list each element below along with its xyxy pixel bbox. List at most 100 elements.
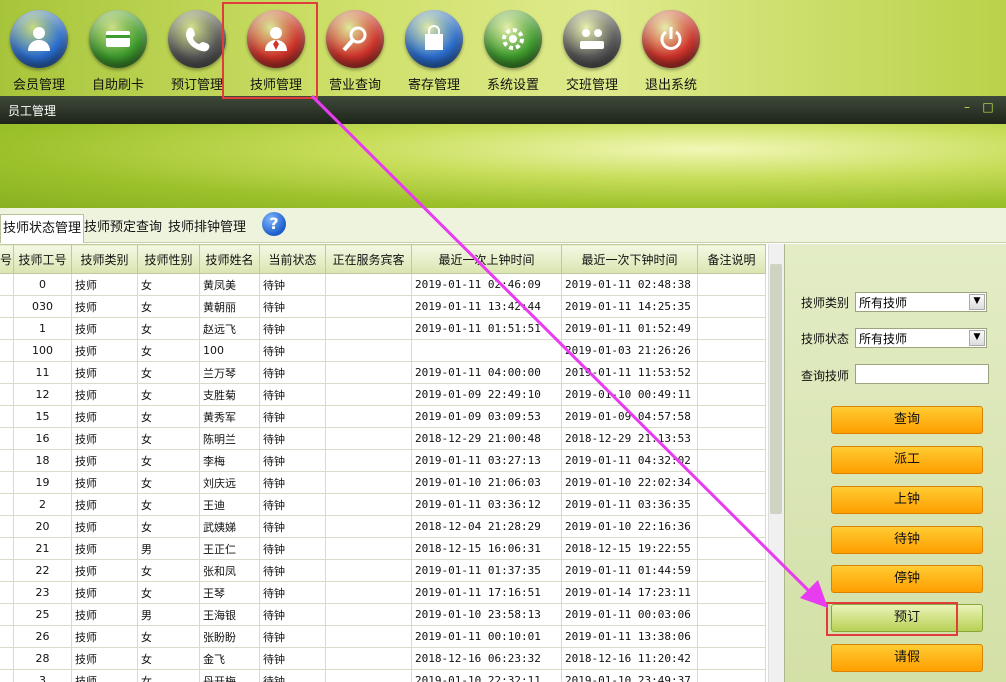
toolbar-button-5[interactable]: 寄存管理 [397, 6, 471, 93]
table-cell [0, 339, 15, 362]
table-cell: 技师 [71, 537, 139, 560]
table-cell [325, 295, 413, 318]
toolbar-button-1[interactable]: 自助刷卡 [81, 6, 155, 93]
table-cell: 0 [13, 273, 73, 296]
stop-clock-button[interactable]: 停钟 [831, 565, 983, 593]
table-cell: 19 [13, 471, 73, 494]
table-cell: 技师 [71, 273, 139, 296]
table-cell: 2019-01-11 02:48:38 [561, 273, 699, 296]
table-cell [325, 383, 413, 406]
table-row[interactable]: 3 技师女丹开梅 待钟 2019-01-10 22:32:11 2019-01-10 2… [0, 669, 767, 682]
status-label: 技师状态 [801, 332, 850, 346]
table-cell: 女 [137, 647, 201, 670]
column-header[interactable]: 技师工号 [13, 244, 73, 274]
table-row[interactable]: 18 技师女李梅 待钟 2019-01-11 03:27:13 2019-01-11 0… [0, 449, 767, 472]
table-row[interactable]: 12 技师女支胜菊 待钟 2019-01-09 22:49:10 2019-01-10 … [0, 383, 767, 406]
table-cell: 技师 [71, 295, 139, 318]
table-cell: 2019-01-11 14:25:35 [561, 295, 699, 318]
table-cell: 2018-12-04 21:28:29 [411, 515, 563, 538]
column-header[interactable]: 技师类别 [71, 244, 139, 274]
column-header[interactable]: 正在服务宾客 [325, 244, 413, 274]
scrollbar-thumb[interactable] [770, 264, 782, 514]
table-cell [325, 647, 413, 670]
column-header[interactable]: 当前状态 [259, 244, 327, 274]
table-row[interactable]: 22 技师女张和凤 待钟 2019-01-11 01:37:35 2019-01-11 … [0, 559, 767, 582]
table-row[interactable]: 19 技师女刘庆远 待钟 2019-01-10 21:06:03 2019-01-10 … [0, 471, 767, 494]
table-cell [697, 317, 767, 340]
table-cell: 15 [13, 405, 73, 428]
table-cell: 待钟 [259, 493, 327, 516]
waiting-button[interactable]: 待钟 [831, 526, 983, 554]
table-row[interactable]: 26 技师女张盼盼 待钟 2019-01-11 00:10:01 2019-01-11 … [0, 625, 767, 648]
toolbar-button-0[interactable]: 会员管理 [2, 6, 76, 93]
query-label: 查询技师 [801, 369, 850, 383]
toolbar-button-4[interactable]: 营业查询 [318, 6, 392, 93]
tab-technician-status[interactable]: 技师状态管理 [0, 214, 85, 243]
tab-technician-reservation[interactable]: 技师预定查询 [82, 214, 164, 242]
table-row[interactable]: 16 技师女陈明兰 待钟 2018-12-29 21:00:48 2018-12-29 … [0, 427, 767, 450]
table-cell [697, 559, 767, 582]
table-cell [325, 273, 413, 296]
type-select[interactable]: 所有技师 ▼ [855, 292, 987, 312]
table-row[interactable]: 11 技师女兰万琴 待钟 2019-01-11 04:00:00 2019-01-11 … [0, 361, 767, 384]
query-input[interactable] [855, 364, 989, 384]
table-cell [697, 339, 767, 362]
table-row[interactable]: 25 技师男王海银 待钟 2019-01-10 23:58:13 2019-01-11 … [0, 603, 767, 626]
table-cell: 22 [13, 559, 73, 582]
toolbar-button-6[interactable]: 系统设置 [476, 6, 550, 93]
table-row[interactable]: 23 技师女王琴 待钟 2019-01-11 17:16:51 2019-01-14 1… [0, 581, 767, 604]
table-cell: 技师 [71, 471, 139, 494]
table-cell [0, 427, 15, 450]
highlight-reserve-button [826, 602, 958, 636]
maximize-button[interactable]: □ [981, 100, 995, 114]
dispatch-button[interactable]: 派工 [831, 446, 983, 474]
table-row[interactable]: 030 技师女黄朝丽 待钟 2019-01-11 13:42:44 2019-01-11… [0, 295, 767, 318]
table-cell [697, 537, 767, 560]
table-cell: 赵远飞 [199, 317, 261, 340]
minimize-button[interactable]: – [960, 100, 974, 114]
toolbar-label: 自助刷卡 [91, 78, 144, 93]
chevron-down-icon[interactable]: ▼ [969, 330, 985, 346]
table-row[interactable]: 0 技师女黄凤美 待钟 2019-01-11 02:46:09 2019-01-11 0… [0, 273, 767, 296]
table-cell: 李梅 [199, 449, 261, 472]
query-button[interactable]: 查询 [831, 406, 983, 434]
table-cell: 2019-01-09 22:49:10 [411, 383, 563, 406]
table-cell [0, 537, 15, 560]
table-row[interactable]: 20 技师女武姨娣 待钟 2018-12-04 21:28:29 2019-01-10 … [0, 515, 767, 538]
table-cell: 女 [137, 515, 201, 538]
tab-technician-schedule[interactable]: 技师排钟管理 [166, 214, 248, 242]
chevron-down-icon[interactable]: ▼ [969, 294, 985, 310]
column-header[interactable]: 最近一次上钟时间 [411, 244, 563, 274]
table-cell: 待钟 [259, 405, 327, 428]
column-header[interactable]: 技师姓名 [199, 244, 261, 274]
leave-button[interactable]: 请假 [831, 644, 983, 672]
column-header[interactable]: 备注说明 [697, 244, 767, 274]
table-cell: 黄朝丽 [199, 295, 261, 318]
table-cell: 待钟 [259, 471, 327, 494]
table-cell: 18 [13, 449, 73, 472]
toolbar-button-7[interactable]: 交班管理 [555, 6, 629, 93]
column-header[interactable]: 最近一次下钟时间 [561, 244, 699, 274]
table-row[interactable]: 2 技师女王迪 待钟 2019-01-11 03:36:12 2019-01-11 03… [0, 493, 767, 516]
table-cell: 待钟 [259, 559, 327, 582]
column-header[interactable]: 技师性别 [137, 244, 201, 274]
table-row[interactable]: 15 技师女黄秀军 待钟 2019-01-09 03:09:53 2019-01-09 … [0, 405, 767, 428]
status-select[interactable]: 所有技师 ▼ [855, 328, 987, 348]
table-row[interactable]: 1 技师女赵远飞 待钟 2019-01-11 01:51:51 2019-01-11 0… [0, 317, 767, 340]
table-cell [325, 603, 413, 626]
table-cell: 待钟 [259, 317, 327, 340]
table-cell: 待钟 [259, 273, 327, 296]
table-cell: 待钟 [259, 361, 327, 384]
table-cell: 2019-01-11 03:36:35 [561, 493, 699, 516]
help-icon[interactable]: ? [262, 212, 286, 236]
toolbar-button-8[interactable]: 退出系统 [634, 6, 708, 93]
table-row[interactable]: 28 技师女金飞 待钟 2018-12-16 06:23:32 2018-12-16 1… [0, 647, 767, 670]
column-header[interactable]: 号 [0, 244, 15, 274]
table-row[interactable]: 21 技师男王正仁 待钟 2018-12-15 16:06:31 2018-12-15 … [0, 537, 767, 560]
table-cell [325, 493, 413, 516]
table-cell: 12 [13, 383, 73, 406]
start-clock-button[interactable]: 上钟 [831, 486, 983, 514]
table-row[interactable]: 100 技师女 100 待钟 2019-01-03 21:26:26 [0, 339, 767, 362]
table-cell [697, 361, 767, 384]
table-cell: 女 [137, 339, 201, 362]
